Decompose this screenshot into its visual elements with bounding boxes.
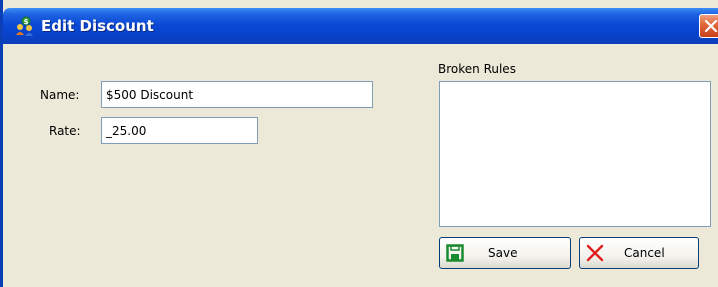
save-label: Save <box>488 246 518 260</box>
window-title: Edit Discount <box>41 17 154 35</box>
name-input[interactable] <box>101 81 373 108</box>
close-button[interactable] <box>699 14 718 38</box>
name-label: Name: <box>40 88 80 102</box>
cancel-x-icon <box>586 244 604 262</box>
title-bar[interactable]: $ Edit Discount <box>3 8 718 44</box>
close-icon <box>705 20 717 32</box>
edit-discount-window: $ Edit Discount Name: Rate: Broken Rules <box>0 0 718 287</box>
save-button[interactable]: Save <box>439 237 571 269</box>
rate-label: Rate: <box>49 124 81 138</box>
svg-text:$: $ <box>24 18 29 26</box>
broken-rules-list[interactable] <box>439 81 711 227</box>
save-disk-icon <box>446 244 464 262</box>
money-people-icon: $ <box>15 16 35 36</box>
cancel-button[interactable]: Cancel <box>579 237 699 269</box>
broken-rules-label: Broken Rules <box>438 62 516 76</box>
cancel-label: Cancel <box>624 246 665 260</box>
rate-input[interactable] <box>101 117 258 144</box>
